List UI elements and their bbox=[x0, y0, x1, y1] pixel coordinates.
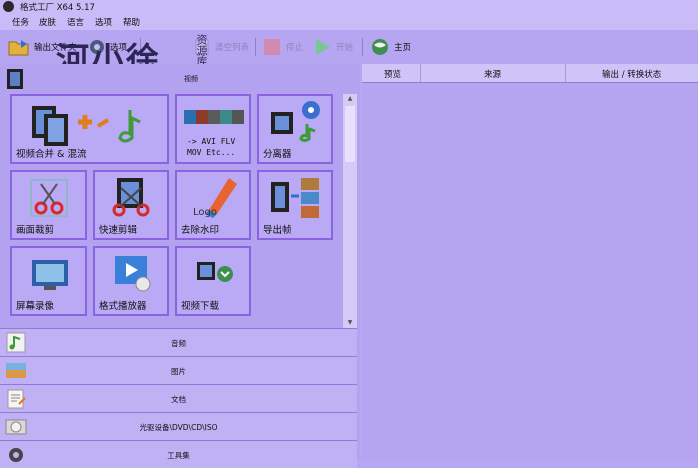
options-button[interactable]: 选项 bbox=[88, 36, 127, 58]
column-divider bbox=[565, 64, 566, 82]
tile-remove-watermark[interactable]: Logo 去除水印 bbox=[175, 170, 251, 240]
scroll-up-arrow[interactable]: ▲ bbox=[343, 94, 357, 104]
menu-options[interactable]: 选项 bbox=[95, 16, 112, 28]
col-source[interactable]: 来源 bbox=[484, 68, 501, 80]
category-audio[interactable]: 音频 bbox=[0, 328, 357, 356]
export-frames-icon bbox=[271, 178, 319, 218]
splitter-icon bbox=[271, 101, 320, 142]
tile-export-frames[interactable]: 导出帧 bbox=[257, 170, 333, 240]
tile-crop[interactable]: 画面裁剪 bbox=[10, 170, 87, 240]
start-button[interactable]: 开始 bbox=[312, 36, 353, 58]
home-button[interactable]: 主页 bbox=[370, 36, 411, 58]
clear-list-icon bbox=[195, 39, 209, 55]
menu-help[interactable]: 帮助 bbox=[123, 16, 140, 28]
quick-clip-icon bbox=[112, 178, 150, 217]
tile-video-download[interactable]: 视频下载 bbox=[175, 246, 251, 316]
category-image[interactable]: 图片 bbox=[0, 356, 357, 384]
format-strip-icon bbox=[184, 110, 244, 124]
menu-task[interactable]: 任务 bbox=[12, 16, 29, 28]
tile-splitter[interactable]: 分离器 bbox=[257, 94, 333, 164]
toolbar-separator bbox=[140, 38, 141, 56]
convert-formats-line1: -> AVI FLV bbox=[187, 137, 236, 146]
screen-record-icon bbox=[32, 260, 68, 290]
tile-screen-record[interactable]: 屏幕录像 bbox=[10, 246, 87, 316]
crop-scissors-icon bbox=[30, 179, 68, 217]
video-download-icon bbox=[197, 262, 233, 282]
toolbar-separator bbox=[255, 38, 256, 56]
window-title: 格式工厂 X64 5.17 bbox=[20, 3, 95, 13]
function-scrollbar[interactable]: ▲ ▼ bbox=[343, 94, 357, 328]
menu-bar: 任务 皮肤 语言 选项 帮助 bbox=[0, 14, 698, 30]
col-output-status[interactable]: 输出 / 转换状态 bbox=[602, 68, 661, 80]
column-divider bbox=[420, 64, 421, 82]
app-icon bbox=[3, 1, 14, 12]
convert-formats-line2: MOV Etc... bbox=[187, 148, 236, 157]
col-preview[interactable]: 预览 bbox=[384, 68, 401, 80]
menu-skin[interactable]: 皮肤 bbox=[39, 16, 56, 28]
play-icon bbox=[316, 39, 330, 55]
tile-quick-clip[interactable]: 快速剪辑 bbox=[93, 170, 169, 240]
folder-icon bbox=[8, 40, 29, 56]
toolbar: 输出文件夹 选项 清空列表 停止 开始 主页 bbox=[0, 30, 698, 64]
home-globe-icon bbox=[372, 39, 388, 55]
scroll-down-arrow[interactable]: ▼ bbox=[343, 318, 357, 328]
tile-video-merge[interactable]: 视频合并 & 混流 bbox=[10, 94, 169, 164]
menu-language[interactable]: 语言 bbox=[67, 16, 84, 28]
tile-video-convert[interactable]: -> AVI FLV MOV Etc... bbox=[175, 94, 251, 164]
category-tools[interactable]: 工具集 bbox=[0, 440, 357, 468]
gear-icon bbox=[90, 40, 104, 54]
stop-icon bbox=[264, 39, 280, 55]
film-icon bbox=[7, 69, 23, 89]
toolbar-separator bbox=[362, 38, 363, 56]
category-document[interactable]: 文档 bbox=[0, 384, 357, 412]
title-bar: 格式工厂 X64 5.17 bbox=[0, 0, 698, 14]
clear-list-button[interactable]: 清空列表 bbox=[193, 36, 249, 58]
merge-icon bbox=[32, 106, 141, 146]
category-video[interactable]: 视频 bbox=[0, 64, 360, 94]
scroll-thumb[interactable] bbox=[345, 106, 355, 162]
stop-button[interactable]: 停止 bbox=[262, 36, 303, 58]
category-disc[interactable]: 光驱设备\DVD\CD\ISO bbox=[0, 412, 357, 440]
task-list-panel: 预览 来源 输出 / 转换状态 bbox=[362, 64, 698, 459]
tile-format-player[interactable]: 格式播放器 bbox=[93, 246, 169, 316]
function-panel: 视频 视频合并 & 混流 -> AVI FLV MOV Etc... 分离器 画… bbox=[0, 64, 360, 468]
task-list-header: 预览 来源 输出 / 转换状态 bbox=[362, 64, 698, 83]
player-icon bbox=[115, 256, 151, 292]
logo-text: Logo bbox=[193, 207, 217, 218]
video-functions-grid: 视频合并 & 混流 -> AVI FLV MOV Etc... 分离器 画面裁剪… bbox=[0, 94, 343, 328]
output-folder-button[interactable]: 输出文件夹 bbox=[8, 36, 77, 58]
